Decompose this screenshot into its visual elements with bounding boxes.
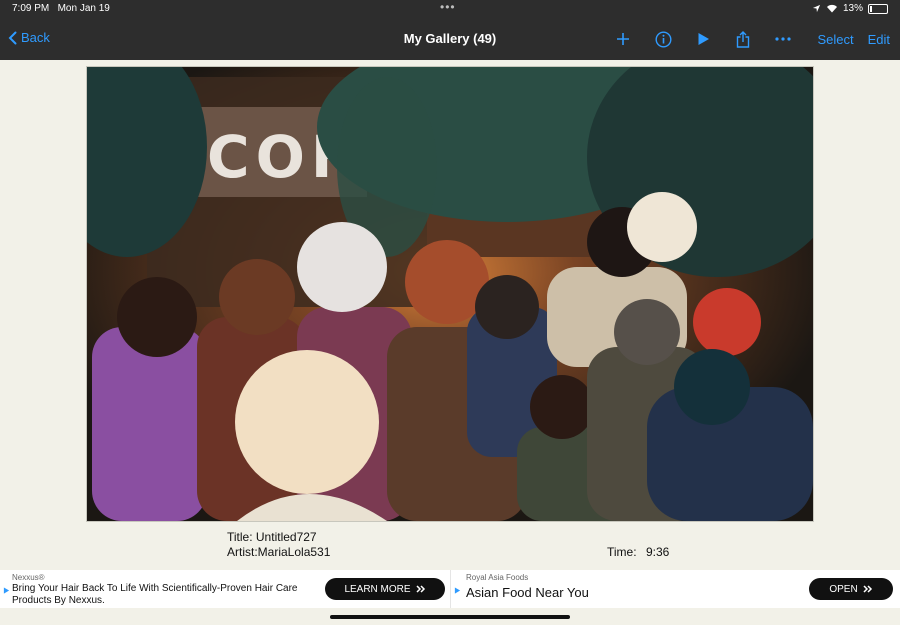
multitask-dots-icon[interactable]: ••• xyxy=(440,0,456,14)
adchoices-icon[interactable] xyxy=(3,587,10,594)
open-label: OPEN xyxy=(829,583,858,595)
wifi-icon xyxy=(826,4,837,13)
navigation-bar: Back My Gallery (49) Select Edit xyxy=(0,18,900,60)
battery-percent: 13% xyxy=(842,3,863,14)
battery-icon xyxy=(868,3,888,14)
play-icon xyxy=(698,33,709,45)
artwork-title: Title: Untitled727 xyxy=(227,530,317,544)
location-icon xyxy=(812,4,821,13)
artwork-illustration: COFF xyxy=(87,67,813,521)
plus-icon xyxy=(617,33,630,45)
ad-banner-nexxus[interactable]: Nexxus® Bring Your Hair Back To Life Wit… xyxy=(0,570,450,608)
select-button[interactable]: Select xyxy=(817,32,853,47)
status-bar: 7:09 PM Mon Jan 19 ••• 13% xyxy=(0,0,900,18)
ad-sponsor: Royal Asia Foods xyxy=(466,573,529,582)
clock: 7:09 PM xyxy=(12,3,50,14)
learn-more-label: LEARN MORE xyxy=(344,583,411,595)
adchoices-icon[interactable] xyxy=(454,587,461,594)
ad-banner-royal-asia[interactable]: Royal Asia Foods Asian Food Near You OPE… xyxy=(450,570,900,608)
time-value: 9:36 xyxy=(646,545,670,559)
double-chevron-right-icon xyxy=(863,585,872,593)
time-label: Time: xyxy=(607,545,637,559)
share-icon xyxy=(737,30,750,48)
add-button[interactable] xyxy=(603,27,643,51)
toolbar-actions: Select Edit xyxy=(603,27,890,51)
date: Mon Jan 19 xyxy=(57,3,110,14)
more-icon xyxy=(775,37,792,41)
ad-headline: Bring Your Hair Back To Life With Scient… xyxy=(12,583,298,606)
info-icon xyxy=(655,30,672,48)
more-button[interactable] xyxy=(763,27,803,51)
ad-headline: Asian Food Near You xyxy=(466,585,589,600)
open-button[interactable]: OPEN xyxy=(809,578,893,600)
ad-sponsor: Nexxus® xyxy=(12,573,45,582)
learn-more-button[interactable]: LEARN MORE xyxy=(325,578,445,600)
share-button[interactable] xyxy=(723,27,763,51)
double-chevron-right-icon xyxy=(416,585,425,593)
info-button[interactable] xyxy=(643,27,683,51)
play-button[interactable] xyxy=(683,27,723,51)
home-indicator[interactable] xyxy=(330,615,570,619)
status-time: 7:09 PM Mon Jan 19 xyxy=(12,3,110,14)
status-indicators: 13% xyxy=(812,3,888,14)
artwork-artist: Artist:MariaLola531 xyxy=(227,545,331,559)
edit-button[interactable]: Edit xyxy=(868,32,890,47)
artwork-image[interactable]: COFF xyxy=(86,66,814,522)
